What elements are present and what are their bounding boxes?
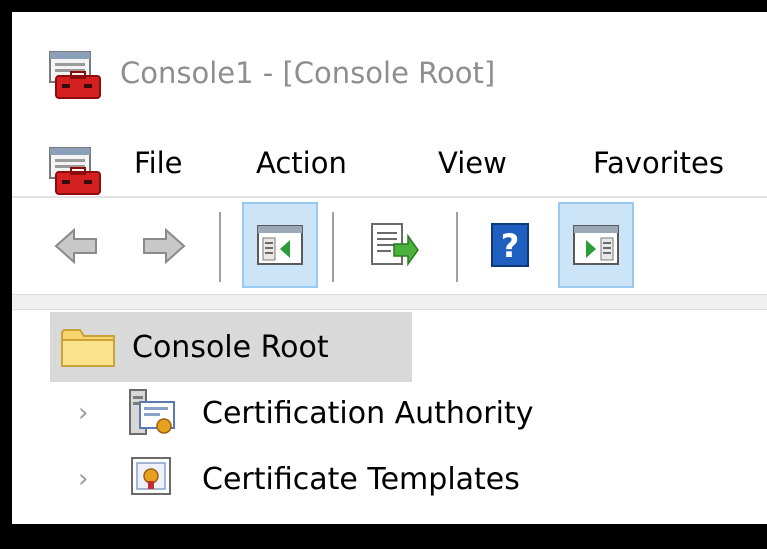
mmc-system-menu-icon[interactable]: [46, 146, 106, 198]
mmc-window: Console1 - [Console Root] File Action Vi…: [12, 12, 767, 524]
menu-favorites[interactable]: Favorites: [593, 146, 724, 180]
chevron-right-icon[interactable]: ›: [78, 464, 88, 494]
mmc-app-icon[interactable]: [46, 50, 106, 102]
tree-label-certificate-templates[interactable]: Certificate Templates: [202, 462, 520, 497]
toolbar-separator: [219, 212, 221, 282]
export-list-icon[interactable]: [368, 222, 420, 270]
toolbar-separator: [456, 212, 458, 282]
title-bar[interactable]: Console1 - [Console Root]: [12, 12, 767, 116]
certificate-server-icon[interactable]: [126, 388, 182, 438]
forward-arrow-icon[interactable]: [142, 228, 186, 264]
console-tree-icon: [257, 225, 303, 265]
back-arrow-icon[interactable]: [54, 228, 98, 264]
help-icon[interactable]: ?: [490, 222, 530, 268]
action-pane-icon: [573, 225, 619, 265]
toolbar-separator: [332, 212, 334, 282]
show-hide-console-tree-button[interactable]: [242, 202, 318, 288]
window-title: Console1 - [Console Root]: [120, 56, 496, 90]
show-hide-action-pane-button[interactable]: [558, 202, 634, 288]
chevron-right-icon[interactable]: ›: [78, 398, 88, 428]
menu-view[interactable]: View: [438, 146, 507, 180]
tree-label-console-root: Console Root: [132, 330, 329, 365]
menu-action[interactable]: Action: [256, 146, 347, 180]
folder-icon: [61, 329, 115, 367]
certificate-template-icon[interactable]: [128, 454, 178, 500]
menu-file[interactable]: File: [134, 146, 183, 180]
svg-text:?: ?: [501, 227, 520, 265]
pane-header-strip: [12, 294, 767, 310]
tree-label-certification-authority[interactable]: Certification Authority: [202, 396, 533, 431]
